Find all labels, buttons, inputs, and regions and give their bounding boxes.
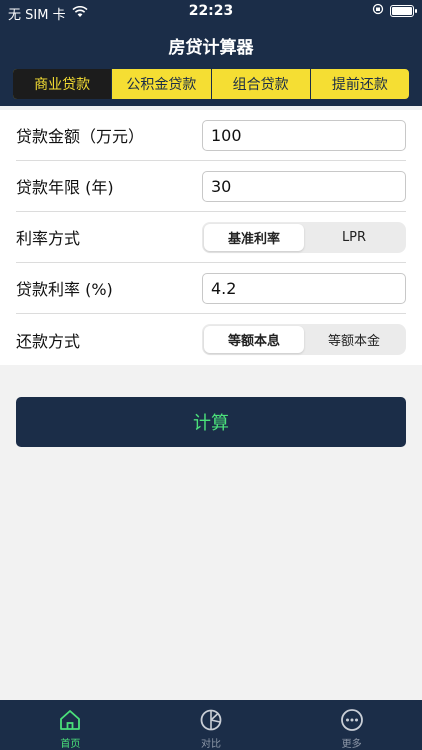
years-input[interactable]: 30 <box>202 171 406 202</box>
tabbar-item-more[interactable]: 更多 <box>281 700 422 750</box>
app-header: 无 SIM 卡 22:23 房贷计算器 商业贷款 公积金贷款 组合贷款 提前还款 <box>0 0 422 106</box>
rate-mode-option-lpr[interactable]: LPR <box>304 224 404 251</box>
compare-icon <box>198 707 224 733</box>
tabbar-item-compare[interactable]: 对比 <box>141 700 282 750</box>
tabbar-label-more: 更多 <box>341 739 362 750</box>
home-icon <box>57 707 83 733</box>
years-row: 贷款年限 (年) 30 <box>16 161 406 212</box>
repay-mode-label: 还款方式 <box>16 331 81 351</box>
years-label: 贷款年限 (年) <box>16 178 114 197</box>
rate-input[interactable]: 4.2 <box>202 273 406 304</box>
tab-combined-loan[interactable]: 组合贷款 <box>210 69 310 99</box>
repay-mode-option-equal-installment[interactable]: 等额本息 <box>204 326 304 353</box>
more-icon <box>339 707 365 733</box>
tab-provident-fund-loan[interactable]: 公积金贷款 <box>111 69 210 99</box>
tabbar-label-compare: 对比 <box>201 739 221 750</box>
rate-mode-option-benchmark[interactable]: 基准利率 <box>204 224 304 251</box>
battery-icon <box>390 5 417 17</box>
amount-label: 贷款金额（万元） <box>16 127 145 146</box>
repay-mode-segmented-control: 等额本息 等额本金 <box>202 324 406 355</box>
status-right <box>372 3 417 19</box>
loan-form: 贷款金额（万元） 100 贷款年限 (年) 30 利率方式 基准利率 LPR 贷… <box>0 110 422 365</box>
rate-mode-row: 利率方式 基准利率 LPR <box>16 212 406 263</box>
tabbar-label-home: 首页 <box>60 739 81 750</box>
bottom-tab-bar: 首页 对比 更多 <box>0 700 422 750</box>
tab-early-repayment[interactable]: 提前还款 <box>309 69 409 99</box>
loan-type-tabs: 商业贷款 公积金贷款 组合贷款 提前还款 <box>11 67 411 101</box>
amount-row: 贷款金额（万元） 100 <box>16 110 406 161</box>
tabbar-item-home[interactable]: 首页 <box>0 700 141 750</box>
status-bar: 无 SIM 卡 22:23 <box>0 0 422 24</box>
repay-mode-row: 还款方式 等额本息 等额本金 <box>16 314 406 365</box>
repay-mode-option-equal-principal[interactable]: 等额本金 <box>304 326 404 353</box>
rate-label: 贷款利率 (%) <box>16 280 113 299</box>
orientation-lock-icon <box>372 3 384 19</box>
status-time: 22:23 <box>188 3 234 19</box>
tab-commercial-loan[interactable]: 商业贷款 <box>13 69 112 99</box>
amount-input[interactable]: 100 <box>202 120 406 151</box>
rate-mode-segmented-control: 基准利率 LPR <box>202 222 406 253</box>
page-title: 房贷计算器 <box>168 38 254 58</box>
rate-mode-label: 利率方式 <box>16 229 81 248</box>
rate-row: 贷款利率 (%) 4.2 <box>16 263 406 314</box>
calculate-button[interactable]: 计算 <box>16 397 406 447</box>
